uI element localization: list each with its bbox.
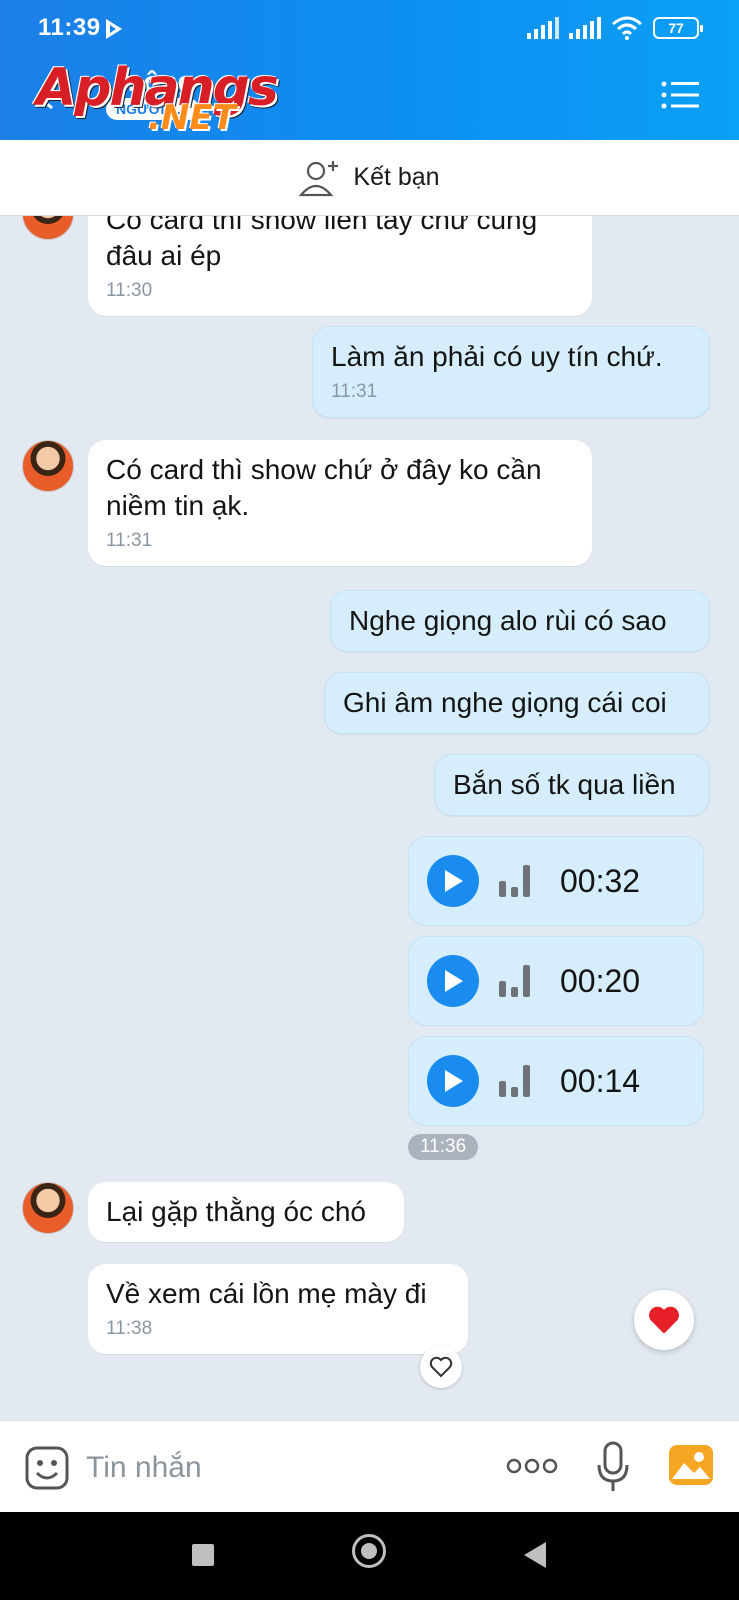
watermark-logo: Aphangs .NET (36, 58, 296, 138)
message-text: Nghe giọng alo rùi có sao (349, 605, 667, 636)
message-time: 11:30 (106, 280, 153, 301)
play-icon (445, 870, 463, 892)
battery-icon: 77 (653, 17, 703, 39)
message-text: Bắn số tk qua liền (453, 769, 676, 800)
add-friend-label: Kết bạn (353, 163, 440, 191)
message-time: 11:38 (106, 1318, 153, 1339)
message-incoming[interactable]: Có card thì show liền tay chứ cũng đâu a… (88, 216, 592, 316)
watermark-net: .NET (148, 98, 236, 138)
image-icon[interactable] (668, 1443, 714, 1487)
react-heart-button[interactable] (420, 1346, 462, 1388)
message-time-chip: 11:36 (408, 1134, 479, 1160)
message-outgoing[interactable]: Nghe giọng alo rùi có sao (330, 590, 710, 652)
add-friend-icon (299, 160, 339, 196)
status-bar: 11:39 77 (0, 0, 739, 50)
message-outgoing[interactable]: Ghi âm nghe giọng cái coi (324, 672, 710, 734)
contact-avatar[interactable] (22, 216, 74, 240)
heart-outline-icon (429, 1356, 453, 1378)
play-button[interactable] (427, 855, 479, 907)
voice-message[interactable]: 00:32 (408, 836, 704, 926)
wifi-icon (612, 16, 642, 40)
more-options-icon[interactable] (506, 1455, 558, 1477)
message-text: Có card thì show liền tay chứ cũng đâu a… (106, 216, 538, 271)
voice-duration: 00:14 (560, 1062, 641, 1099)
play-button[interactable] (427, 1055, 479, 1107)
back-icon[interactable] (524, 1542, 546, 1568)
status-icons: 77 (527, 16, 703, 40)
microphone-icon[interactable] (596, 1441, 630, 1493)
message-list[interactable]: Có card thì show liền tay chứ cũng đâu a… (0, 216, 739, 1420)
message-text: Ghi âm nghe giọng cái coi (343, 687, 667, 718)
play-button[interactable] (427, 955, 479, 1007)
status-time: 11:39 (38, 14, 101, 41)
message-text: Lại gặp thằng óc chó (106, 1196, 366, 1227)
quick-heart-button[interactable] (634, 1290, 694, 1350)
composer-bar (0, 1420, 739, 1512)
message-time: 11:31 (331, 381, 378, 402)
home-icon[interactable] (352, 1534, 386, 1568)
signal-icon (527, 17, 559, 39)
play-icon (445, 1070, 463, 1092)
audio-level-icon (499, 1065, 530, 1097)
contact-avatar[interactable] (22, 1182, 74, 1234)
recents-icon[interactable] (192, 1544, 214, 1566)
message-incoming[interactable]: Về xem cái lồn mẹ mày đi 11:38 (88, 1264, 468, 1354)
battery-level: 77 (668, 20, 684, 36)
play-store-icon (106, 19, 122, 39)
audio-level-icon (499, 965, 530, 997)
system-nav-bar (0, 1512, 739, 1600)
message-input[interactable] (86, 1445, 466, 1491)
message-incoming[interactable]: Lại gặp thằng óc chó (88, 1182, 404, 1242)
message-text: Có card thì show chứ ở đây ko cần niềm t… (106, 454, 542, 521)
message-time: 11:31 (106, 530, 153, 551)
message-outgoing[interactable]: Bắn số tk qua liền (434, 754, 710, 816)
play-icon (445, 970, 463, 992)
voice-duration: 00:32 (560, 862, 641, 899)
message-text: Về xem cái lồn mẹ mày đi (106, 1278, 427, 1309)
contact-avatar[interactable] (22, 440, 74, 492)
message-text: Làm ăn phải có uy tín chứ. (331, 341, 663, 372)
message-outgoing[interactable]: Làm ăn phải có uy tín chứ. 11:31 (312, 326, 710, 418)
voice-message[interactable]: 00:20 (408, 936, 704, 1026)
sticker-icon[interactable] (24, 1445, 70, 1491)
audio-level-icon (499, 865, 530, 897)
menu-list-icon[interactable] (661, 80, 699, 110)
signal-icon-2 (569, 17, 601, 39)
chat-header: ...ông NGƯỜI L... Aphangs .NET (0, 50, 739, 140)
top-bar: 11:39 77 ...ông NGƯỜI L... Aphangs .NET (0, 0, 739, 140)
add-friend-bar[interactable]: Kết bạn (0, 140, 739, 216)
voice-message[interactable]: 00:14 (408, 1036, 704, 1126)
voice-duration: 00:20 (560, 962, 641, 999)
message-incoming[interactable]: Có card thì show chứ ở đây ko cần niềm t… (88, 440, 592, 566)
heart-icon (649, 1306, 679, 1334)
